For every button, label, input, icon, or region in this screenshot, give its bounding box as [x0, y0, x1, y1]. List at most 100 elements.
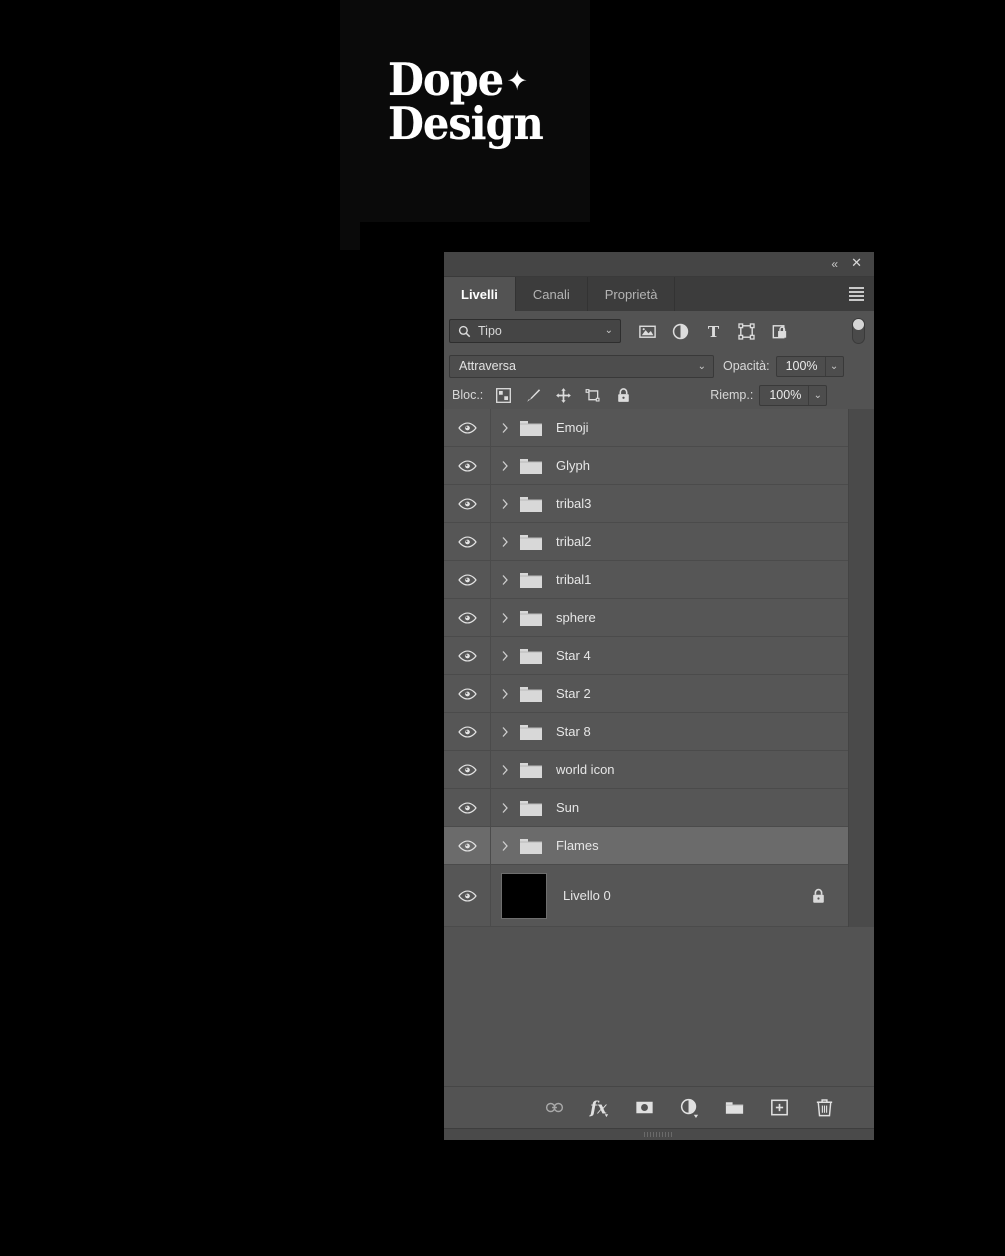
lock-artboard-nesting-icon[interactable] [585, 387, 602, 404]
folder-icon [519, 836, 543, 855]
layer-visibility-toggle[interactable] [444, 675, 491, 712]
logo-line-two: Design [388, 102, 535, 146]
group-disclosure-toggle[interactable] [496, 536, 514, 548]
chevron-down-icon[interactable]: ⌄ [808, 386, 826, 405]
table-row[interactable]: tribal3 [444, 485, 848, 523]
chevron-down-icon[interactable]: ⌄ [825, 357, 843, 376]
eye-icon [458, 764, 477, 776]
layer-visibility-toggle[interactable] [444, 523, 491, 560]
table-row[interactable]: Star 2 [444, 675, 848, 713]
table-row[interactable]: Sun [444, 789, 848, 827]
type-layer-filter-icon[interactable]: T [704, 322, 723, 341]
folder-icon [519, 532, 543, 551]
group-disclosure-toggle[interactable] [496, 802, 514, 814]
layer-visibility-toggle[interactable] [444, 713, 491, 750]
group-disclosure-toggle[interactable] [496, 726, 514, 738]
lock-image-pixels-icon[interactable] [525, 387, 542, 404]
layer-visibility-toggle[interactable] [444, 447, 491, 484]
link-layers-icon[interactable] [543, 1096, 566, 1119]
table-row[interactable]: Flames [444, 827, 848, 865]
fill-label: Riemp.: [710, 388, 753, 402]
adjustment-layer-filter-icon[interactable] [671, 322, 690, 341]
pixel-layer-filter-icon[interactable] [638, 322, 657, 341]
table-row[interactable]: Glyph [444, 447, 848, 485]
table-row[interactable]: sphere [444, 599, 848, 637]
group-disclosure-toggle[interactable] [496, 840, 514, 852]
panel-resize-handle[interactable] [444, 1128, 874, 1140]
new-adjustment-layer-icon[interactable] [678, 1096, 701, 1119]
group-disclosure-toggle[interactable] [496, 764, 514, 776]
table-row[interactable]: Star 8 [444, 713, 848, 751]
group-disclosure-toggle[interactable] [496, 612, 514, 624]
group-disclosure-toggle[interactable] [496, 574, 514, 586]
lock-all-icon[interactable] [811, 887, 826, 904]
layers-scrollbar[interactable] [848, 409, 874, 927]
layer-name: tribal2 [556, 534, 591, 549]
logo-sparkle-icon: ✦ [507, 66, 527, 97]
layer-name: Star 4 [556, 648, 591, 663]
delete-layer-icon[interactable] [813, 1096, 836, 1119]
layer-visibility-toggle[interactable] [444, 865, 491, 926]
add-layer-mask-icon[interactable] [633, 1096, 656, 1119]
layer-name: Sun [556, 800, 579, 815]
layer-visibility-toggle[interactable] [444, 637, 491, 674]
dope-design-logo: Dope✦ Design [388, 58, 548, 146]
layer-name: tribal3 [556, 496, 591, 511]
layer-name: Star 8 [556, 724, 591, 739]
group-disclosure-toggle[interactable] [496, 650, 514, 662]
group-folder [516, 760, 546, 779]
resize-grip [644, 1132, 674, 1137]
filter-enable-toggle[interactable] [852, 318, 865, 344]
chevron-down-icon: ⌄ [698, 362, 706, 372]
lock-label: Bloc.: [452, 388, 483, 402]
panel-tab-strip: Livelli Canali Proprietà [444, 277, 874, 311]
tab-livelli[interactable]: Livelli [444, 277, 516, 311]
layers-list: Emoji Glyph [444, 409, 848, 927]
layer-visibility-toggle[interactable] [444, 599, 491, 636]
layer-name: Emoji [556, 420, 589, 435]
new-group-icon[interactable] [723, 1096, 746, 1119]
table-row[interactable]: tribal2 [444, 523, 848, 561]
layer-visibility-toggle[interactable] [444, 561, 491, 598]
table-row[interactable]: tribal1 [444, 561, 848, 599]
layer-visibility-toggle[interactable] [444, 827, 491, 864]
lock-all-icon[interactable] [615, 387, 632, 404]
eye-icon [458, 536, 477, 548]
table-row[interactable]: world icon [444, 751, 848, 789]
blend-mode-select[interactable]: Attraversa ⌄ [449, 355, 714, 378]
table-row[interactable]: Emoji [444, 409, 848, 447]
group-disclosure-toggle[interactable] [496, 498, 514, 510]
collapse-panel-icon[interactable]: « [831, 256, 837, 272]
layer-visibility-toggle[interactable] [444, 485, 491, 522]
table-row[interactable]: Star 4 [444, 637, 848, 675]
folder-icon [519, 646, 543, 665]
layer-thumbnail-cell[interactable] [495, 873, 553, 919]
filter-type-select[interactable]: Tipo ⌄ [449, 319, 621, 343]
group-disclosure-toggle[interactable] [496, 460, 514, 472]
folder-icon [519, 570, 543, 589]
table-row[interactable]: Livello 0 [444, 865, 848, 927]
new-layer-icon[interactable] [768, 1096, 791, 1119]
fill-input[interactable]: 100% ⌄ [759, 385, 827, 406]
hamburger-menu-icon[interactable] [849, 287, 864, 300]
chevron-right-icon [501, 650, 509, 662]
group-disclosure-toggle[interactable] [496, 422, 514, 434]
shape-layer-filter-icon[interactable] [737, 322, 756, 341]
layer-visibility-toggle[interactable] [444, 751, 491, 788]
smart-object-filter-icon[interactable] [770, 322, 789, 341]
group-disclosure-toggle[interactable] [496, 688, 514, 700]
lock-transparent-pixels-icon[interactable] [495, 387, 512, 404]
eye-icon [458, 650, 477, 662]
lock-position-icon[interactable] [555, 387, 572, 404]
tab-canali[interactable]: Canali [516, 277, 588, 311]
folder-icon [519, 608, 543, 627]
group-folder [516, 798, 546, 817]
layer-style-fx-icon[interactable]: fx [588, 1096, 611, 1119]
eye-icon [458, 890, 477, 902]
layer-visibility-toggle[interactable] [444, 409, 491, 446]
layer-visibility-toggle[interactable] [444, 789, 491, 826]
opacity-input[interactable]: 100% ⌄ [776, 356, 844, 377]
filter-icon-group: T [638, 322, 789, 341]
close-icon[interactable]: ✕ [851, 255, 862, 272]
tab-proprieta[interactable]: Proprietà [588, 277, 676, 311]
